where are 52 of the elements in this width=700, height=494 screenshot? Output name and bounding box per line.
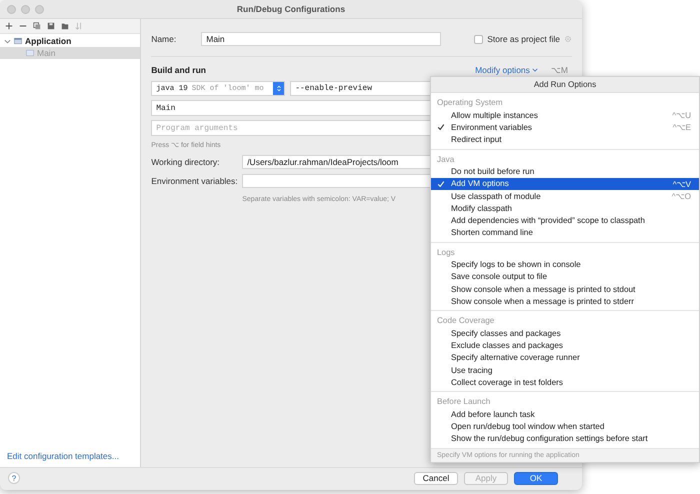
menu-item[interactable]: Show the run/debug configuration settings before start [431, 432, 699, 445]
shortcut-label: ^⌥U [672, 110, 691, 120]
menu-item[interactable]: Use classpath of module ^⌥O [431, 190, 699, 202]
add-icon[interactable] [5, 22, 13, 30]
edit-templates-link[interactable]: Edit configuration templates... [0, 451, 119, 467]
window-title: Run/Debug Configurations [236, 4, 346, 14]
shortcut-label: ^⌥V [672, 178, 691, 189]
environment-variables-label: Environment variables: [151, 176, 238, 186]
menu-item[interactable]: Shorten command line [431, 226, 699, 239]
shortcut-label: ^⌥O [672, 191, 691, 202]
menu-section-title: Code Coverage [436, 315, 494, 328]
chevron-icon [532, 67, 538, 73]
tree-item[interactable]: Application [0, 35, 140, 47]
chevron-icon[interactable] [4, 38, 11, 44]
application-icon [26, 49, 34, 57]
application-icon [14, 37, 22, 45]
menu-item[interactable]: Save console output to file [431, 270, 699, 284]
menu-item[interactable]: Add VM options ^⌥V [431, 178, 699, 190]
shortcut-label: ⌥M [550, 65, 568, 75]
menu-item[interactable]: Use tracing [431, 364, 699, 376]
menu-item[interactable]: Add dependencies with “provided” scope to classpath [431, 214, 699, 226]
copy-icon[interactable] [33, 22, 41, 30]
popup-title: Add Run Options [431, 77, 699, 93]
folder-icon[interactable] [61, 22, 69, 30]
menu-section-title: Before Launch [436, 396, 490, 408]
menu-section-title: Operating System [436, 97, 503, 109]
menu-item[interactable]: Collect coverage in test folders [431, 376, 699, 388]
name-field[interactable]: Main [201, 32, 442, 46]
menu-section-title: Java [436, 154, 454, 166]
store-label: Store as project file [487, 34, 560, 44]
save-icon[interactable] [47, 22, 55, 30]
dialog-button[interactable]: Cancel [414, 472, 458, 484]
menu-item[interactable]: Open run/debug tool window when started [431, 420, 699, 433]
updown-icon [276, 84, 282, 93]
store-checkbox[interactable] [474, 34, 484, 44]
menu-item[interactable]: Specify classes and packages [431, 327, 699, 340]
menu-item[interactable]: Add before launch task [431, 408, 699, 421]
menu-item[interactable]: Show console when a message is printed to stdout [431, 283, 699, 296]
modify-options-link[interactable]: Modify options [475, 65, 538, 75]
help-button[interactable]: ? [8, 472, 20, 484]
menu-item[interactable]: Show console when a message is printed to stderr [431, 295, 699, 308]
menu-item[interactable]: Specify logs to be shown in console [431, 258, 699, 271]
section-title: Build and run [151, 65, 206, 75]
shortcut-label: ^⌥E [672, 122, 691, 132]
name-label: Name: [151, 34, 176, 44]
working-directory-label: Working directory: [151, 157, 221, 167]
dialog-button[interactable]: OK [514, 472, 558, 484]
menu-section-title: Logs [436, 246, 455, 259]
menu-item[interactable]: Exclude classes and packages [431, 340, 699, 352]
menu-item[interactable]: Specify alternative coverage runner [431, 352, 699, 364]
menu-item[interactable]: Modify classpath [431, 202, 699, 214]
menu-item[interactable]: Redirect input [431, 133, 699, 146]
